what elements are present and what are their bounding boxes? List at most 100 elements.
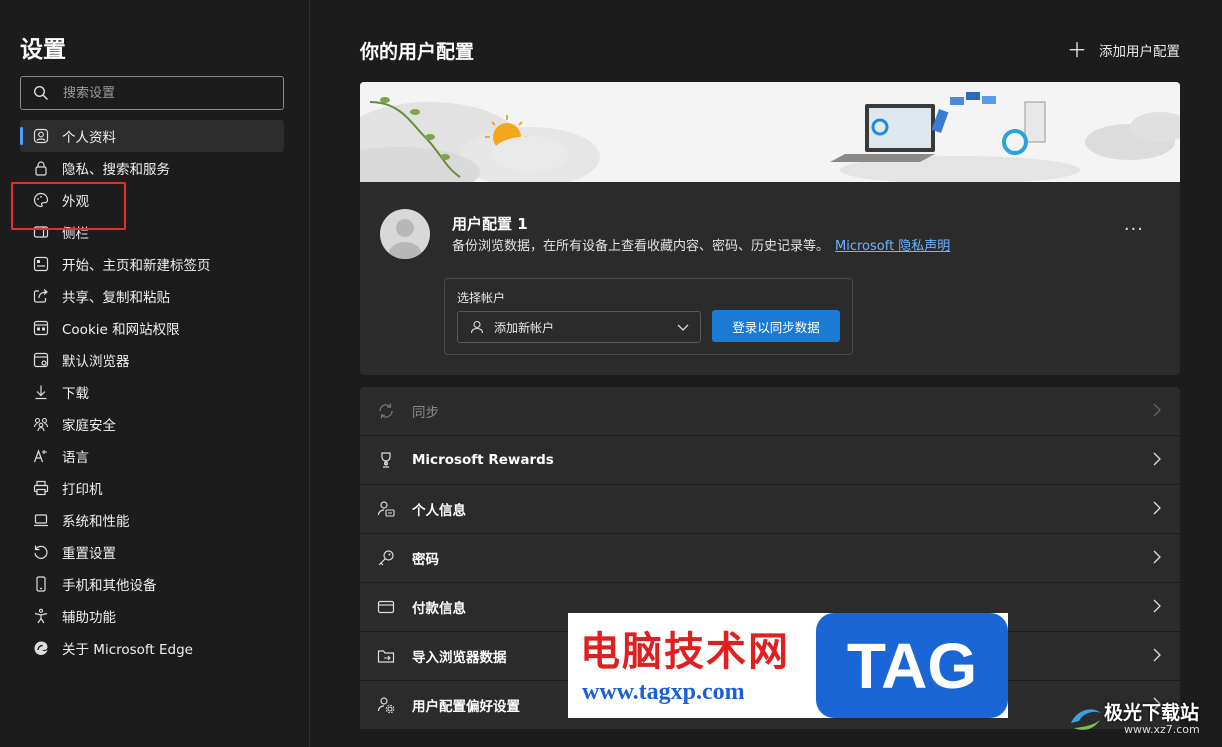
sidebar-title: 设置 [20, 37, 66, 63]
corner-watermark: 极光下载站 www.xz7.com [1066, 690, 1222, 747]
list-item-label: Microsoft Rewards [412, 452, 554, 468]
account-dropdown-value: 添加新帐户 [494, 320, 555, 335]
corner-watermark-text: 极光下载站 [1104, 702, 1200, 724]
sidebar-item-label: 家庭安全 [62, 418, 116, 434]
sign-in-sync-button[interactable]: 登录以同步数据 [712, 310, 840, 342]
sidebar-item-phone[interactable]: 手机和其他设备 [20, 568, 284, 600]
sync-icon [376, 401, 396, 421]
share-icon [32, 287, 50, 305]
list-item-passwords[interactable]: 密码 [360, 534, 1180, 583]
printer-icon [32, 479, 50, 497]
sidebar-item-label: 系统和性能 [62, 514, 130, 530]
profile-description-text: 备份浏览数据，在所有设备上查看收藏内容、密码、历史记录等。 [452, 239, 830, 254]
profile-card: 用户配置 1 备份浏览数据，在所有设备上查看收藏内容、密码、历史记录等。 Micr… [360, 82, 1180, 375]
sidebar-item-label: 打印机 [62, 482, 103, 498]
chevron-down-icon [677, 324, 689, 331]
chevron-right-icon [1153, 452, 1161, 466]
sidebar-nav: 个人资料 隐私、搜索和服务 外观 侧栏 开始、主页和新建标签页 共享、复制和粘贴… [20, 120, 284, 664]
add-profile-label: 添加用户配置 [1099, 44, 1180, 60]
sidebar-item-label: 隐私、搜索和服务 [62, 162, 170, 178]
sidebar-item-label: 手机和其他设备 [62, 578, 157, 594]
page-title: 你的用户配置 [360, 41, 475, 63]
person-card-icon [376, 499, 396, 519]
family-icon [32, 415, 50, 433]
list-item-label: 导入浏览器数据 [412, 650, 507, 666]
avatar[interactable] [380, 209, 430, 259]
list-item-rewards[interactable]: Microsoft Rewards [360, 436, 1180, 485]
profile-banner [360, 82, 1180, 182]
sidebar-item-label: 关于 Microsoft Edge [62, 642, 193, 658]
sidebar-item-reset[interactable]: 重置设置 [20, 536, 284, 568]
sidebar-item-printers[interactable]: 打印机 [20, 472, 284, 504]
sidebar-item-label: 语言 [62, 450, 89, 466]
sidebar-item-share[interactable]: 共享、复制和粘贴 [20, 280, 284, 312]
key-icon [376, 548, 396, 568]
account-dropdown[interactable]: 添加新帐户 [457, 311, 701, 343]
list-item-personal-info[interactable]: 个人信息 [360, 485, 1180, 534]
account-label: 选择帐户 [457, 291, 506, 305]
sidebar-item-languages[interactable]: 语言 [20, 440, 284, 472]
sidebar-item-label: Cookie 和网站权限 [62, 322, 180, 338]
add-profile-button[interactable]: ＋ 添加用户配置 [1067, 40, 1180, 60]
download-icon [32, 383, 50, 401]
settings-sidebar: 设置 个人资料 隐私、搜索和服务 外观 侧栏 开始、主页和新建标签页 共享、复制… [0, 0, 310, 747]
search-input[interactable] [63, 85, 263, 101]
sidebar-item-label: 个人资料 [62, 130, 116, 146]
banner-illustration [360, 82, 1180, 182]
sidebar-item-default-browser[interactable]: 默认浏览器 [20, 344, 284, 376]
phone-icon [32, 575, 50, 593]
list-item-sync[interactable]: 同步 [360, 387, 1180, 436]
profile-description: 备份浏览数据，在所有设备上查看收藏内容、密码、历史记录等。 Microsoft 隐… [452, 235, 950, 254]
sidebar-item-privacy[interactable]: 隐私、搜索和服务 [20, 152, 284, 184]
chevron-right-icon [1153, 550, 1161, 564]
home-icon [32, 255, 50, 273]
sidebar-item-sidebar[interactable]: 侧栏 [20, 216, 284, 248]
sidebar-item-label: 默认浏览器 [62, 354, 130, 370]
chevron-right-icon [1153, 501, 1161, 515]
sidebar-item-label: 外观 [62, 194, 89, 210]
list-item-label: 个人信息 [412, 503, 466, 519]
list-item-label: 密码 [412, 552, 439, 568]
watermark-site-name: 电脑技术网 [580, 628, 790, 675]
sidebar-item-profile[interactable]: 个人资料 [20, 120, 284, 152]
palette-icon [32, 191, 50, 209]
list-item-label: 同步 [412, 405, 439, 421]
chevron-right-icon [1153, 599, 1161, 613]
import-icon [376, 646, 396, 666]
search-box[interactable] [20, 76, 284, 110]
sidebar-item-cookies[interactable]: Cookie 和网站权限 [20, 312, 284, 344]
corner-watermark-url: www.xz7.com [1124, 723, 1200, 736]
sidebar-item-label: 辅助功能 [62, 610, 116, 626]
sidebar-item-label: 重置设置 [62, 546, 116, 562]
search-icon [33, 85, 48, 100]
card-icon [376, 597, 396, 617]
chevron-right-icon [1153, 648, 1161, 662]
sidebar-item-about[interactable]: 关于 Microsoft Edge [20, 632, 284, 664]
plus-icon: ＋ [1067, 38, 1087, 62]
list-item-label: 用户配置偏好设置 [412, 699, 520, 715]
reset-icon [32, 543, 50, 561]
sidebar-item-appearance[interactable]: 外观 [20, 184, 284, 216]
sidebar-item-accessibility[interactable]: 辅助功能 [20, 600, 284, 632]
edge-icon [32, 639, 50, 657]
list-item-label: 付款信息 [412, 601, 466, 617]
cookie-icon [32, 319, 50, 337]
laptop-icon [32, 511, 50, 529]
profile-settings-icon [376, 695, 396, 715]
sidebar-item-family[interactable]: 家庭安全 [20, 408, 284, 440]
profile-icon [32, 127, 50, 145]
watermark-tag-logo: TAG [816, 613, 1008, 718]
chevron-right-icon [1153, 403, 1161, 417]
sidebar-item-downloads[interactable]: 下载 [20, 376, 284, 408]
watermark-banner: 电脑技术网 www.tagxp.com TAG [568, 613, 1008, 718]
more-options-button[interactable]: ··· [1124, 219, 1144, 240]
lock-icon [32, 159, 50, 177]
trophy-icon [376, 450, 396, 470]
language-icon [32, 447, 50, 465]
sidebar-item-start-home[interactable]: 开始、主页和新建标签页 [20, 248, 284, 280]
sidebar-icon [32, 223, 50, 241]
privacy-statement-link[interactable]: Microsoft 隐私声明 [835, 239, 950, 254]
browser-icon [32, 351, 50, 369]
accessibility-icon [32, 607, 50, 625]
sidebar-item-system[interactable]: 系统和性能 [20, 504, 284, 536]
